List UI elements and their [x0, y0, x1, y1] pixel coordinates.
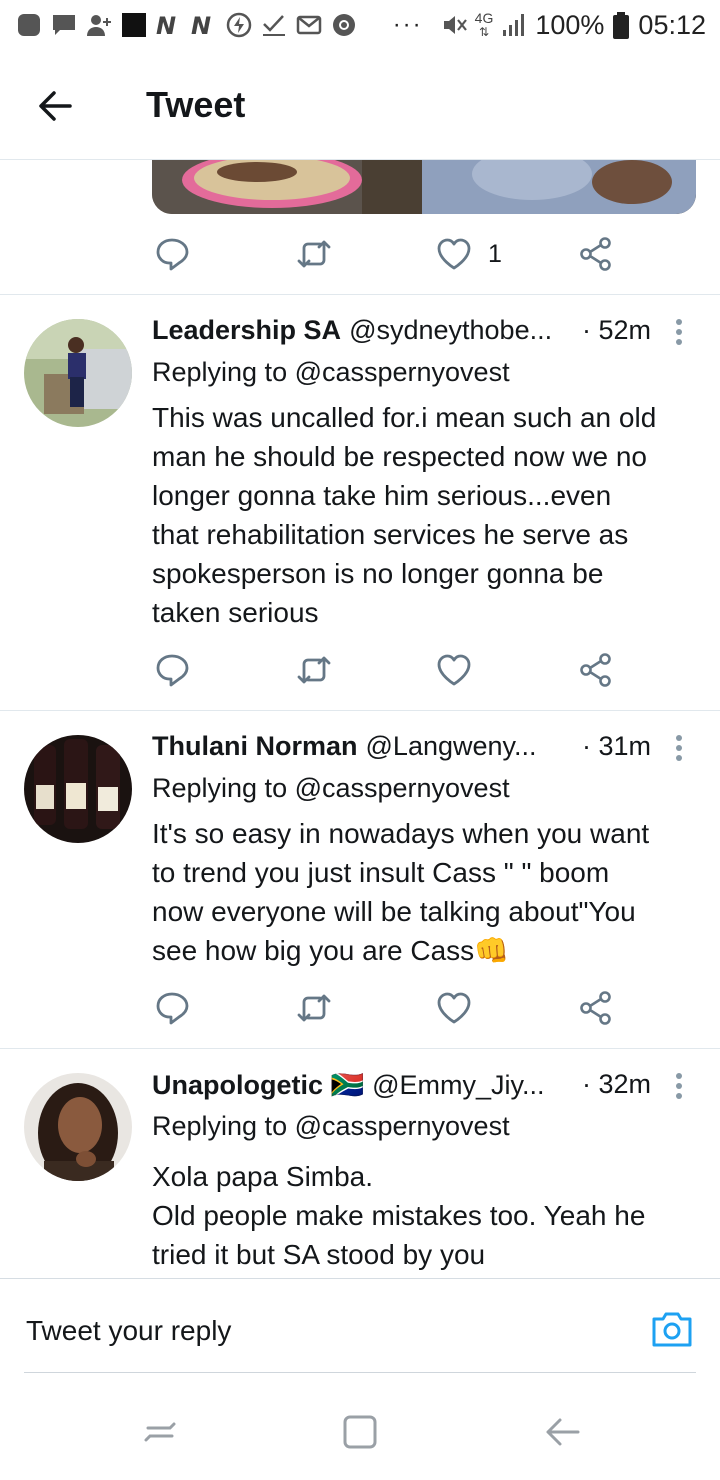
tweet-photo — [152, 160, 696, 214]
reply-icon — [156, 238, 189, 271]
replying-to[interactable]: Replying to @casspernyovest — [152, 357, 510, 388]
recents-icon — [144, 1422, 176, 1442]
replying-to[interactable]: Replying to @casspernyovest — [152, 1111, 510, 1142]
battery-percent: 100% — [535, 9, 605, 40]
more-options-button[interactable] — [676, 1073, 684, 1103]
system-nav-bar — [0, 1380, 720, 1480]
home-button[interactable] — [340, 1412, 380, 1452]
timestamp: · 31m — [582, 731, 652, 761]
retweet-button[interactable] — [296, 650, 332, 690]
retweet-icon — [297, 994, 331, 1022]
status-bar-notifications: N N — [16, 12, 357, 40]
arrow-left-icon — [39, 91, 72, 121]
reply-input[interactable]: Tweet your reply — [26, 1315, 231, 1347]
avatar[interactable] — [24, 1073, 132, 1181]
replying-to[interactable]: Replying to @casspernyovest — [152, 773, 510, 804]
avatar[interactable] — [24, 735, 132, 843]
tweet-text: It's so easy in nowadays when you want t… — [152, 818, 650, 966]
camera-button[interactable] — [650, 1309, 694, 1349]
tweet-header: Thulani Norman @Langweny... — [152, 731, 537, 762]
back-icon — [546, 1418, 580, 1446]
heart-icon — [437, 992, 471, 1024]
author-name[interactable]: Thulani Norman — [152, 731, 358, 762]
tweet-header: Unapologetic 🇿🇦 @Emmy_Jiy... — [152, 1069, 545, 1101]
author-name[interactable]: Unapologetic 🇿🇦 — [152, 1069, 364, 1101]
share-button[interactable] — [578, 650, 614, 690]
reply-button[interactable] — [154, 650, 190, 690]
mail-icon — [296, 12, 322, 38]
status-bar: N N ··· 4G ⇅ 100% 05:12 — [0, 0, 720, 50]
main-tweet-actions: 1 — [0, 234, 720, 284]
reply-tweet[interactable]: Unapologetic 🇿🇦 @Emmy_Jiy... · 32m Reply… — [0, 1049, 720, 1278]
more-options-button[interactable] — [676, 319, 684, 349]
check-icon — [261, 12, 287, 38]
heart-icon — [437, 654, 471, 686]
tweet-text: This was uncalled for.i mean such an old… — [152, 402, 657, 628]
svg-text:N: N — [156, 12, 176, 38]
status-bar-system: ··· 4G ⇅ 100% 05:12 — [393, 10, 706, 41]
share-button[interactable] — [578, 988, 614, 1028]
retweet-button[interactable] — [296, 234, 332, 274]
page-title: Tweet — [146, 84, 246, 125]
share-icon — [580, 237, 611, 271]
reply-tweet[interactable]: Thulani Norman @Langweny... · 31m Replyi… — [0, 711, 720, 1048]
chat-icon — [51, 12, 77, 38]
notification-icon — [16, 12, 42, 38]
data-saver-icon — [226, 12, 252, 38]
author-handle[interactable]: @sydneythobe... — [349, 315, 552, 346]
author-handle[interactable]: @Langweny... — [366, 731, 537, 762]
author-name[interactable]: Leadership SA — [152, 315, 341, 346]
author-handle[interactable]: @Emmy_Jiy... — [372, 1070, 544, 1101]
more-notifications-indicator: ··· — [392, 11, 423, 38]
retweet-icon — [297, 240, 331, 268]
network-type: 4G ⇅ — [474, 10, 494, 39]
camera-icon — [652, 1312, 692, 1347]
tweet-media-image[interactable] — [152, 160, 696, 214]
like-button[interactable] — [436, 650, 472, 690]
timestamp: · 52m — [582, 315, 652, 345]
clock: 05:12 — [638, 9, 706, 40]
reply-underline — [24, 1372, 696, 1373]
share-icon — [580, 653, 611, 687]
app-header: Tweet — [0, 50, 720, 160]
n-app-icon: N — [156, 12, 182, 40]
avatar[interactable] — [24, 319, 132, 427]
recents-button[interactable] — [140, 1412, 180, 1452]
like-button[interactable] — [436, 988, 472, 1028]
tweet-actions — [0, 650, 720, 700]
like-count: 1 — [488, 239, 502, 268]
tweet-text: Xola papa Simba. Old people make mistake… — [152, 1161, 646, 1270]
more-options-button[interactable] — [676, 735, 684, 765]
like-button[interactable]: 1 — [436, 234, 502, 274]
tweet-header: Leadership SA @sydneythobe... — [152, 315, 552, 346]
reply-icon — [156, 654, 189, 687]
svg-text:N: N — [191, 12, 211, 38]
back-button[interactable] — [34, 84, 78, 128]
person-add-icon — [86, 12, 112, 38]
square-app-icon — [121, 12, 147, 38]
system-back-button[interactable] — [542, 1412, 582, 1452]
retweet-button[interactable] — [296, 988, 332, 1028]
heart-icon — [437, 238, 471, 270]
reply-tweet[interactable]: Leadership SA @sydneythobe... · 52m Repl… — [0, 295, 720, 710]
reply-button[interactable] — [154, 988, 190, 1028]
timestamp: · 32m — [582, 1069, 652, 1099]
reply-icon — [156, 992, 189, 1025]
n-app-icon: N — [191, 12, 217, 40]
share-button[interactable] — [578, 234, 614, 274]
home-icon — [343, 1415, 377, 1449]
reply-button[interactable] — [154, 234, 190, 274]
share-icon — [580, 991, 611, 1025]
vibrate-mute-icon — [441, 12, 467, 38]
battery-icon — [612, 12, 630, 39]
chrome-icon — [331, 12, 357, 38]
retweet-icon — [297, 656, 331, 684]
signal-icon — [501, 12, 527, 38]
reply-composer[interactable]: Tweet your reply — [0, 1278, 720, 1374]
more-dot — [676, 319, 682, 325]
tweet-actions — [0, 988, 720, 1038]
